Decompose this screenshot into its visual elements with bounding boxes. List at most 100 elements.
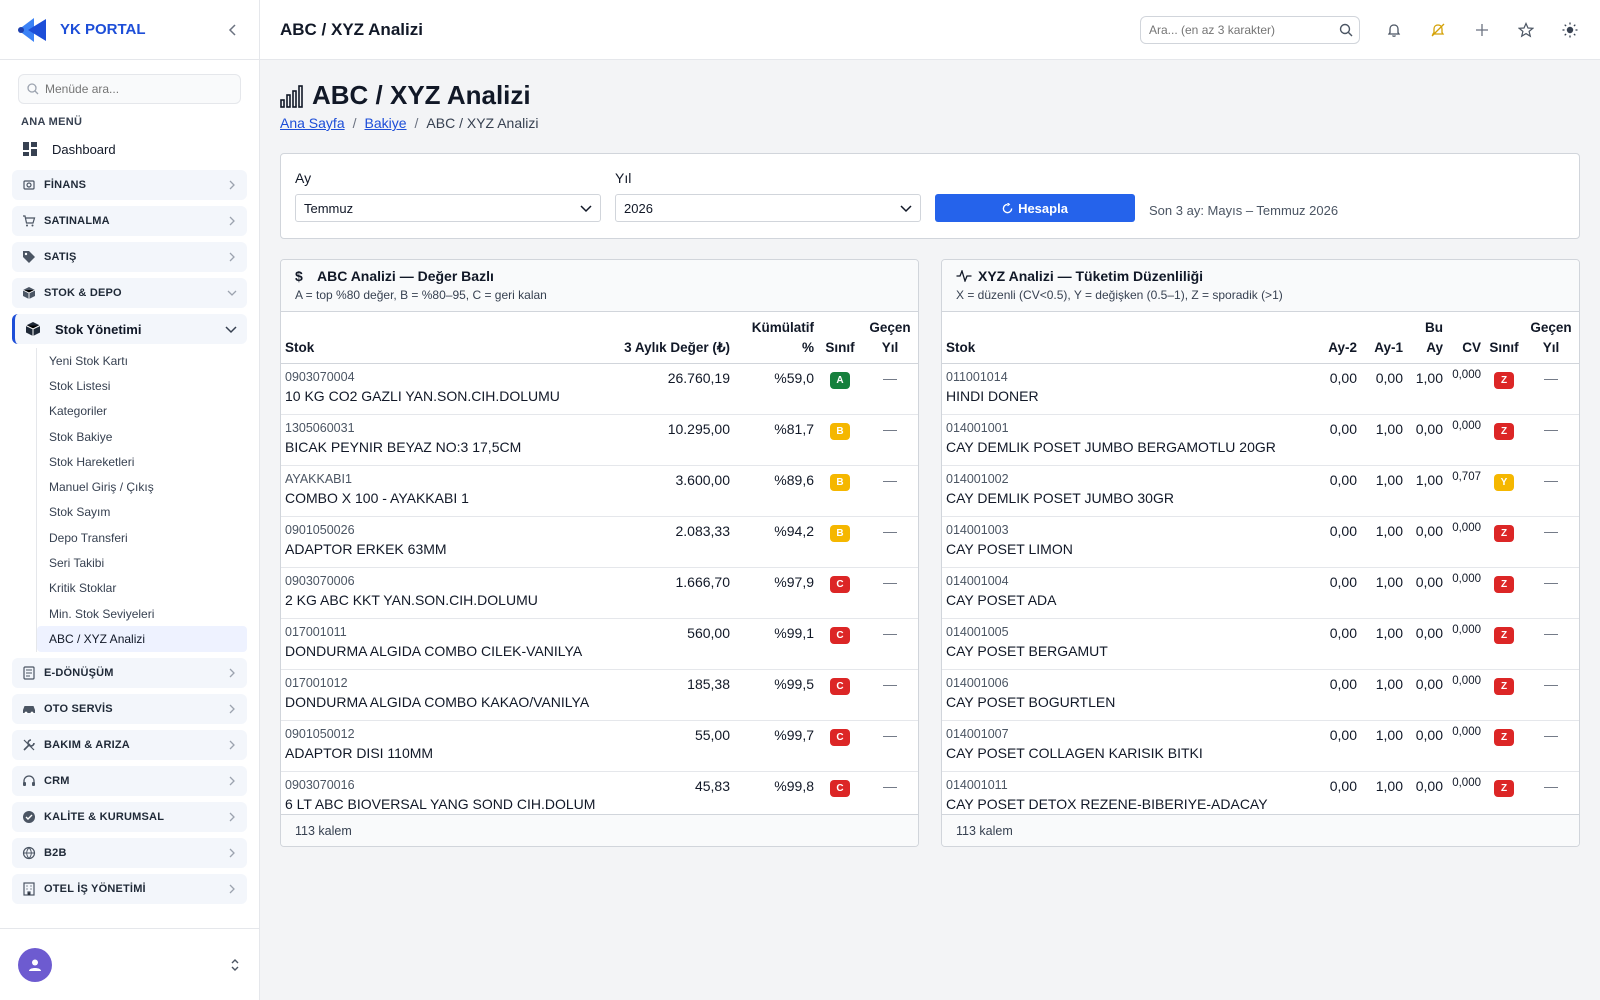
submenu-item[interactable]: Stok Bakiye: [37, 424, 247, 449]
submenu-item[interactable]: Stok Hareketleri: [37, 449, 247, 474]
search-icon[interactable]: [1339, 23, 1353, 37]
table-row[interactable]: 014001002 CAY DEMLIK POSET JUMBO 30GR 0,00…: [942, 465, 1579, 518]
submenu-item[interactable]: Depo Transferi: [37, 525, 247, 550]
xyz-col-m1[interactable]: Ay-1: [1361, 312, 1407, 365]
sidebar-group-bakim-ariza[interactable]: BAKIM & ARIZA: [12, 729, 247, 760]
table-row[interactable]: 014001007 CAY POSET COLLAGEN KARISIK BITK…: [942, 720, 1579, 773]
table-row[interactable]: 014001005 CAY POSET BERGAMUT 0,00 1,00 0,00 0…: [942, 618, 1579, 671]
chevron-down-icon: [227, 290, 237, 296]
stock-cell: AYAKKABI1 COMBO X 100 - AYAKKABI 1: [281, 465, 604, 518]
breadcrumb-home-link[interactable]: Ana Sayfa: [280, 115, 345, 131]
abc-col-cumulative[interactable]: Kümülatif %: [734, 312, 818, 365]
globe-icon: [22, 846, 36, 860]
collapse-sidebar-button[interactable]: [223, 20, 243, 40]
current-month-cell: 0,00: [1407, 669, 1447, 722]
cumulative-cell: %99,5: [734, 669, 818, 722]
sidebar-group-crm[interactable]: CRM: [12, 765, 247, 796]
abc-col-last-year[interactable]: Geçen Yıl: [862, 312, 918, 365]
sidebar-group-satinalma[interactable]: SATINALMA: [12, 206, 247, 236]
sidebar-group-b2b[interactable]: B2B: [12, 837, 247, 868]
sidebar-group-oto-servi-s[interactable]: OTO SERVİS: [12, 693, 247, 724]
xyz-col-class[interactable]: Sınıf: [1485, 312, 1523, 365]
table-row[interactable]: 0903070004 10 KG CO2 GAZLI YAN.SON.CIH.DO…: [281, 363, 918, 416]
sidebar-group-fi-nans[interactable]: FİNANS: [12, 170, 247, 200]
submenu-item[interactable]: Stok Listesi: [37, 373, 247, 398]
submenu-item[interactable]: Manuel Giriş / Çıkış: [37, 474, 247, 499]
table-row[interactable]: AYAKKABI1 COMBO X 100 - AYAKKABI 1 3.600,0…: [281, 465, 918, 518]
stock-cell: 0903070006 2 KG ABC KKT YAN.SON.CIH.DOLUM…: [281, 567, 604, 620]
stock-cell: 014001002 CAY DEMLIK POSET JUMBO 30GR: [942, 465, 1315, 518]
add-button[interactable]: [1472, 20, 1492, 40]
range-note: Son 3 ay: Mayıs – Temmuz 2026: [1149, 203, 1339, 218]
chevron-right-icon: [229, 180, 235, 190]
submenu-item[interactable]: Stok Sayım: [37, 500, 247, 525]
chevron-right-icon: [229, 216, 235, 226]
submenu-item[interactable]: Kategoriler: [37, 399, 247, 424]
avatar[interactable]: [18, 947, 52, 982]
breadcrumb-parent-link[interactable]: Bakiye: [365, 115, 407, 131]
abc-col-value[interactable]: 3 Aylık Değer (₺): [604, 312, 734, 365]
menu-search[interactable]: [18, 74, 241, 104]
sidebar-item-stock-management[interactable]: Stok Yönetimi: [12, 314, 247, 344]
calculate-button[interactable]: Hesapla: [935, 194, 1135, 222]
chevron-right-icon: [229, 740, 235, 750]
submenu-item[interactable]: Seri Takibi: [37, 550, 247, 575]
chevron-right-icon: [229, 812, 235, 822]
table-row[interactable]: 014001004 CAY POSET ADA 0,00 1,00 0,00 0,000 Z…: [942, 567, 1579, 620]
table-row[interactable]: 0903070006 2 KG ABC KKT YAN.SON.CIH.DOLUM…: [281, 567, 918, 620]
xyz-col-cv[interactable]: CV: [1447, 312, 1485, 365]
last-year-cell: —: [1523, 567, 1579, 620]
table-row[interactable]: 017001011 DONDURMA ALGIDA COMBO CILEK-VAN…: [281, 618, 918, 671]
table-row[interactable]: 0901050026 ADAPTOR ERKEK 63MM 2.083,33 %94,…: [281, 516, 918, 569]
xyz-col-m2[interactable]: Ay-2: [1315, 312, 1361, 365]
xyz-col-last-year[interactable]: Geçen Yıl: [1523, 312, 1579, 365]
abc-panel-title-text: ABC Analizi — Değer Bazlı: [317, 268, 494, 284]
month-minus-1-cell: 1,00: [1361, 618, 1407, 671]
wrench-icon: [22, 738, 36, 752]
notifications-button[interactable]: [1384, 20, 1404, 40]
table-row[interactable]: 1305060031 BICAK PEYNIR BEYAZ NO:3 17,5CM…: [281, 414, 918, 467]
sidebar-group-kali-te-kurumsal[interactable]: KALİTE & KURUMSAL: [12, 801, 247, 832]
xyz-col-stock[interactable]: Stok: [942, 312, 1315, 365]
sidebar-group-otel-i-ş-yöneti-mi[interactable]: OTEL İŞ YÖNETİMİ: [12, 873, 247, 904]
year-select[interactable]: 2026: [615, 194, 921, 222]
xyz-col-current[interactable]: Bu Ay: [1407, 312, 1447, 365]
xyz-panel-title: XYZ Analizi — Tüketim Düzenliliği: [956, 268, 1565, 284]
submenu-item[interactable]: Min. Stok Seviyeleri: [37, 601, 247, 626]
table-row[interactable]: 014001003 CAY POSET LIMON 0,00 1,00 0,00 0,00…: [942, 516, 1579, 569]
table-row[interactable]: 011001014 HINDI DONER 0,00 0,00 1,00 0,000 Z —: [942, 363, 1579, 416]
sidebar-item-dashboard[interactable]: Dashboard: [0, 134, 259, 164]
favorites-button[interactable]: [1516, 20, 1536, 40]
global-search[interactable]: [1140, 15, 1360, 44]
sidebar-item-label: Dashboard: [52, 141, 116, 157]
month-minus-1-cell: 1,00: [1361, 669, 1407, 722]
sidebar-group-e-dönüşüm[interactable]: E-DÖNÜŞÜM: [12, 657, 247, 688]
cv-cell: 0,000: [1447, 618, 1485, 671]
month-select[interactable]: Temmuz: [295, 194, 601, 222]
submenu-item[interactable]: ABC / XYZ Analizi: [37, 626, 247, 652]
sun-icon: [1562, 22, 1578, 37]
sidebar-group-stok-depo[interactable]: STOK & DEPO: [12, 278, 247, 308]
submenu-item[interactable]: Yeni Stok Kartı: [37, 348, 247, 373]
table-row[interactable]: 014001006 CAY POSET BOGURTLEN 0,00 1,00 0,00…: [942, 669, 1579, 722]
sidebar-group-label: OTO SERVİS: [44, 702, 113, 715]
menu-search-input[interactable]: [45, 82, 232, 96]
chevron-up-down-icon[interactable]: [229, 958, 241, 972]
value-cell: 185,38: [604, 669, 734, 722]
theme-toggle-button[interactable]: [1560, 20, 1580, 40]
topbar: ABC / XYZ Analizi: [260, 0, 1600, 60]
cumulative-cell: %81,7: [734, 414, 818, 467]
table-row[interactable]: 0903070016 6 LT ABC BIOVERSAL YANG SOND C…: [281, 771, 918, 814]
submenu-item[interactable]: Kritik Stoklar: [37, 576, 247, 601]
table-row[interactable]: 014001011 CAY POSET DETOX REZENE-BIBERIYE…: [942, 771, 1579, 814]
abc-col-stock[interactable]: Stok: [281, 312, 604, 365]
abc-col-class[interactable]: Sınıf: [818, 312, 862, 365]
table-row[interactable]: 014001001 CAY DEMLIK POSET JUMBO BERGAMOT…: [942, 414, 1579, 467]
table-row[interactable]: 0901050012 ADAPTOR DISI 110MM 55,00 %99,7 C —: [281, 720, 918, 773]
mute-notifications-button[interactable]: [1428, 20, 1448, 40]
global-search-input[interactable]: [1149, 22, 1339, 37]
main-content: ABC / XYZ Analizi Ara... (en az 3 karakt…: [260, 0, 1600, 1000]
class-badge: C: [830, 627, 850, 645]
sidebar-group-satiş[interactable]: SATIŞ: [12, 242, 247, 272]
table-row[interactable]: 017001012 DONDURMA ALGIDA COMBO KAKAO/VAN…: [281, 669, 918, 722]
